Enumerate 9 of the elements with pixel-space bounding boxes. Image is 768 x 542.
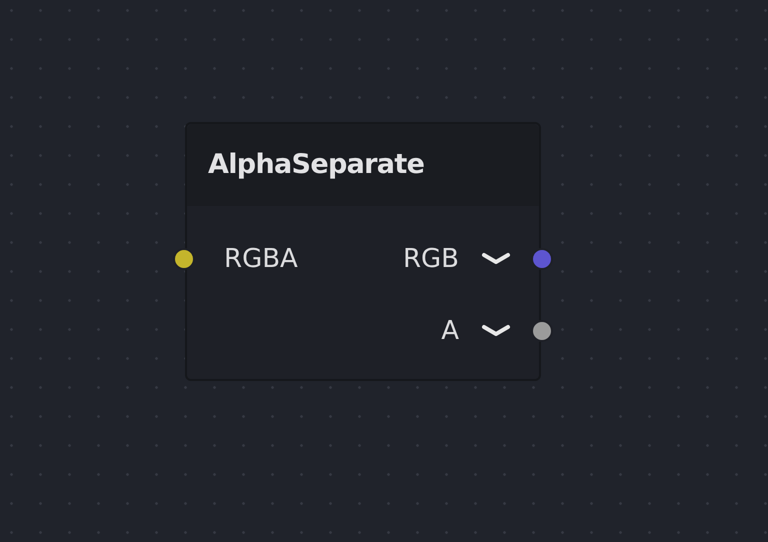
output-label: A xyxy=(441,314,459,348)
chevron-down-icon[interactable] xyxy=(481,252,511,266)
input-label: RGBA xyxy=(224,242,298,276)
chevron-down-icon[interactable] xyxy=(481,324,511,338)
output-port[interactable] xyxy=(531,248,553,270)
output-label: RGB xyxy=(402,242,459,276)
input-port[interactable] xyxy=(173,248,195,270)
output-port[interactable] xyxy=(531,320,553,342)
node-title: AlphaSeparate xyxy=(208,148,424,182)
